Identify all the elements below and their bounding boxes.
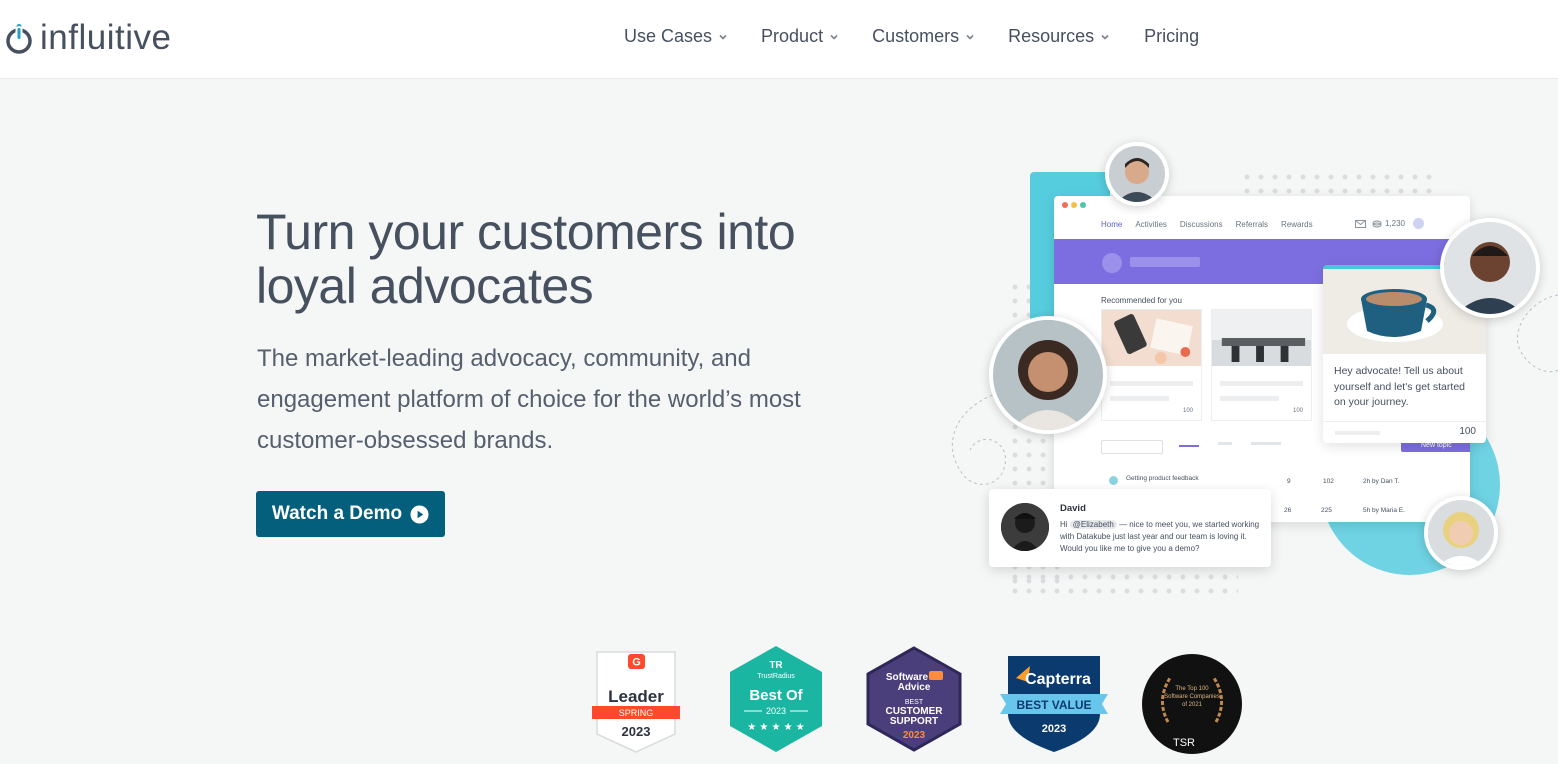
nav-pricing-label: Pricing bbox=[1144, 26, 1200, 46]
welcome-points: 100 bbox=[1459, 426, 1476, 437]
chevron-down-icon bbox=[830, 34, 838, 40]
sa-line-3: SUPPORT bbox=[890, 716, 938, 727]
banner-avatar-placeholder bbox=[1102, 253, 1122, 273]
main-menu: Use Cases Product Customers Resources Pr… bbox=[624, 26, 1199, 47]
recommended-label: Recommended for you bbox=[1101, 296, 1182, 305]
influitive-logo-icon bbox=[6, 23, 32, 54]
card-points: 100 bbox=[1292, 408, 1303, 414]
points-icon bbox=[1372, 220, 1382, 227]
svg-text:TR: TR bbox=[769, 660, 783, 671]
app-tab-rewards: Rewards bbox=[1281, 220, 1313, 229]
row-by: 5h by Maria E. bbox=[1363, 507, 1405, 514]
placeholder-line bbox=[1110, 396, 1170, 401]
chat-mention: @Elizabeth bbox=[1069, 520, 1117, 529]
logo-wordmark: influitive bbox=[40, 18, 172, 57]
office-room-image bbox=[1212, 310, 1311, 366]
dot-pattern bbox=[1008, 570, 1238, 600]
phone-sketch-image bbox=[1102, 310, 1201, 366]
trustradius-badge: TR TrustRadius Best Of 2023 ★ ★ ★ ★ ★ bbox=[730, 646, 822, 752]
hero-subtitle: The market-leading advocacy, community, … bbox=[257, 345, 801, 454]
watch-demo-label: Watch a Demo bbox=[271, 503, 403, 524]
row-stat: 102 bbox=[1323, 478, 1334, 485]
advocate-avatar-man bbox=[1105, 142, 1169, 206]
watch-demo-button[interactable]: Watch a Demo bbox=[256, 491, 445, 537]
app-stats: 1,230 bbox=[1354, 218, 1424, 229]
nav-customers-label: Customers bbox=[872, 26, 960, 46]
placeholder-line bbox=[1220, 381, 1303, 386]
chat-author-name: David bbox=[1060, 503, 1086, 514]
nav-use-cases[interactable]: Use Cases bbox=[624, 26, 728, 47]
app-tabs: Home Activities Discussions Referrals Re… bbox=[1101, 220, 1326, 229]
trustradius-brand: TrustRadius bbox=[757, 673, 795, 680]
advocate-avatar-blonde-woman bbox=[1424, 496, 1498, 570]
advocate-avatar-woman bbox=[989, 316, 1107, 434]
window-controls bbox=[1062, 202, 1089, 208]
play-circle-icon bbox=[410, 504, 429, 524]
trustradius-year: 2023 bbox=[766, 706, 786, 716]
david-avatar bbox=[1001, 503, 1049, 551]
chevron-down-icon bbox=[719, 34, 727, 40]
sa-brand-2: Advice bbox=[898, 682, 931, 693]
sa-line-1: BEST bbox=[905, 699, 924, 706]
capterra-badge: Capterra BEST VALUE 2023 bbox=[1000, 656, 1108, 752]
nav-resources[interactable]: Resources bbox=[1008, 26, 1110, 47]
capterra-brand: Capterra bbox=[1025, 671, 1091, 688]
points-total: 1,230 bbox=[1384, 219, 1405, 228]
recommendation-card: 100 bbox=[1101, 309, 1202, 421]
chevron-down-icon bbox=[966, 34, 974, 40]
advocate-avatar-smiling-man bbox=[1440, 218, 1540, 318]
row-stat: 225 bbox=[1321, 507, 1332, 514]
app-tab-discussions: Discussions bbox=[1179, 220, 1223, 229]
nav-product[interactable]: Product bbox=[761, 26, 839, 47]
capterra-year: 2023 bbox=[1042, 723, 1066, 735]
g2-leader-badge: G Leader SPRING 2023 bbox=[592, 651, 680, 753]
row-stat: 26 bbox=[1284, 507, 1292, 514]
welcome-message: Hey advocate! Tell us about yourself and… bbox=[1334, 365, 1465, 408]
g2-season: SPRING bbox=[619, 708, 654, 718]
user-avatar-icon bbox=[1413, 218, 1424, 229]
row-by: 2h by Dan T. bbox=[1363, 478, 1400, 485]
nav-customers[interactable]: Customers bbox=[872, 26, 975, 47]
nav-product-label: Product bbox=[761, 26, 824, 46]
software-advice-badge: Software Advice BEST CUSTOMER SUPPORT 20… bbox=[866, 646, 962, 752]
row-stat: 9 bbox=[1287, 478, 1291, 485]
filter-dropdown bbox=[1101, 440, 1163, 454]
nav-resources-label: Resources bbox=[1008, 26, 1095, 46]
welcome-card-footer: 100 bbox=[1323, 421, 1486, 443]
capterra-title: BEST VALUE bbox=[1016, 698, 1091, 712]
chat-message-text: Hi @Elizabeth — nice to meet you, we sta… bbox=[1060, 519, 1265, 555]
hero-illustration: Home Activities Discussions Referrals Re… bbox=[930, 140, 1558, 610]
tsr-line-3: of 2021 bbox=[1182, 702, 1203, 708]
app-tab-activities: Activities bbox=[1135, 220, 1167, 229]
nav-pricing[interactable]: Pricing bbox=[1144, 26, 1199, 47]
tsr-top-100-badge: The Top 100 Software Companies of 2021 T… bbox=[1142, 654, 1242, 754]
chat-message-card: David Hi @Elizabeth — nice to meet you, … bbox=[989, 489, 1271, 567]
placeholder-line bbox=[1220, 396, 1280, 401]
tsr-line-1: The Top 100 bbox=[1175, 686, 1209, 692]
placeholder-line bbox=[1110, 381, 1193, 386]
tsr-mark: TSR bbox=[1173, 737, 1195, 749]
nav-use-cases-label: Use Cases bbox=[624, 26, 713, 46]
row-avatar bbox=[1109, 476, 1118, 485]
g2-title: Leader bbox=[608, 687, 664, 706]
app-tab-home: Home bbox=[1101, 220, 1123, 229]
hero-title: Turn your customers into loyal advocates bbox=[256, 204, 796, 314]
app-tab-referrals: Referrals bbox=[1235, 220, 1269, 229]
top-navigation: influitive Use Cases Product Customers R… bbox=[0, 0, 1558, 79]
svg-text:★ ★ ★ ★ ★: ★ ★ ★ ★ ★ bbox=[747, 722, 805, 733]
mail-icon bbox=[1354, 219, 1366, 228]
tsr-line-2: Software Companies bbox=[1164, 694, 1220, 700]
sa-year: 2023 bbox=[903, 730, 926, 741]
banner-name-placeholder bbox=[1130, 257, 1200, 267]
svg-text:G: G bbox=[632, 657, 641, 669]
chat-greeting: Hi bbox=[1060, 520, 1068, 529]
g2-year: 2023 bbox=[622, 724, 651, 739]
influitive-logo[interactable]: influitive bbox=[4, 20, 171, 55]
row-title: Getting product feedback bbox=[1126, 475, 1199, 482]
card-points: 100 bbox=[1182, 408, 1193, 414]
chevron-down-icon bbox=[1101, 34, 1109, 40]
recommendation-card: 100 bbox=[1211, 309, 1312, 421]
trustradius-title: Best Of bbox=[749, 687, 803, 704]
